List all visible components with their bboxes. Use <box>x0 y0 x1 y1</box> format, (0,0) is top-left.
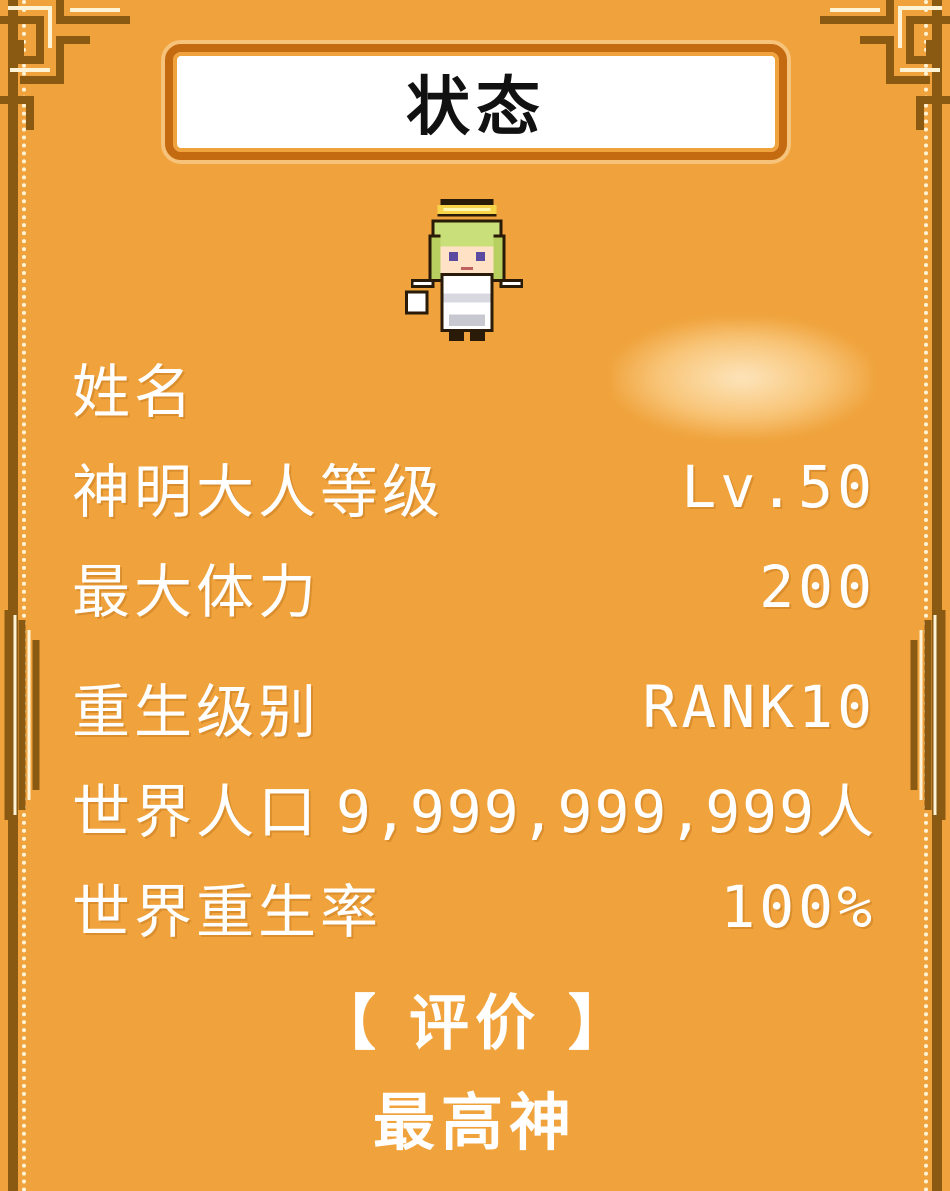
corner-ornament-right <box>820 0 950 130</box>
side-ornament-right <box>910 610 946 820</box>
panel-title: 状态 <box>406 71 546 145</box>
stat-value: 100% <box>720 873 876 941</box>
evaluation-value: 最高神 <box>372 1086 577 1159</box>
status-panel: 状态 姓名 神明大人等级 Lv.50 最大体力 200 重生级别 RANK10 … <box>0 0 950 1191</box>
stat-row-world-rebirth-rate: 世界重生率 100% <box>72 872 876 946</box>
stat-value: 200 <box>759 553 876 621</box>
stat-label: 神明大人等级 <box>72 458 445 526</box>
stat-label: 世界重生率 <box>72 878 383 946</box>
stat-label: 最大体力 <box>72 558 321 626</box>
stat-row-name: 姓名 <box>72 352 876 426</box>
evaluation-header: 【 评价 】 <box>316 989 634 1059</box>
stat-row-world-population: 世界人口 9,999,999,999人 <box>72 772 876 846</box>
stat-value: RANK10 <box>642 673 876 741</box>
stat-value: 9,999,999,999人 <box>336 778 876 846</box>
corner-ornament-left <box>0 0 130 130</box>
stat-label: 世界人口 <box>72 778 321 846</box>
stat-label: 重生级别 <box>72 678 321 746</box>
stat-row-max-stamina: 最大体力 200 <box>72 552 876 626</box>
side-ornament-left <box>4 610 40 820</box>
title-box: 状态 <box>165 44 787 160</box>
angel-avatar-icon <box>404 198 524 342</box>
stat-row-god-level: 神明大人等级 Lv.50 <box>72 452 876 526</box>
stat-row-rebirth-rank: 重生级别 RANK10 <box>72 672 876 746</box>
stat-value: Lv.50 <box>681 453 876 521</box>
stat-label: 姓名 <box>72 358 197 426</box>
